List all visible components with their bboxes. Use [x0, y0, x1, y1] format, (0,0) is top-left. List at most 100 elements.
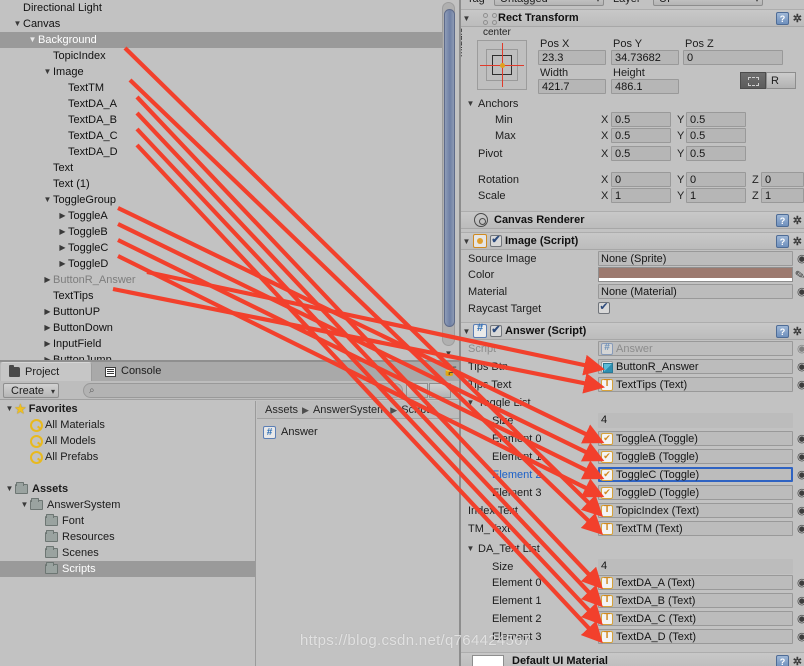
foldout-open-icon[interactable]: ▼ — [461, 14, 472, 23]
gear-icon[interactable]: ✲ — [793, 235, 802, 248]
hierarchy-item[interactable]: ▶ ButtonDown — [0, 320, 443, 336]
tag-dropdown[interactable]: Untagged ▾ — [494, 0, 604, 6]
element-object-field[interactable]: TextDA_A (Text) — [598, 575, 793, 590]
hierarchy-item[interactable]: ▶ ToggleC — [0, 240, 443, 256]
scale-x-input[interactable]: 1 — [611, 188, 671, 203]
breadcrumb-item[interactable]: Scripts — [401, 404, 435, 416]
foldout-open-icon[interactable]: ▼ — [12, 16, 23, 32]
gear-icon[interactable]: ✲ — [793, 325, 802, 338]
project-tree[interactable]: ▼ ★ Favorites All Materials All Models All Pr… — [0, 401, 256, 666]
component-header-default-ui-material[interactable]: ▼ Default UI Material ? ✲ — [461, 652, 804, 666]
object-picker-icon[interactable]: ◉ — [797, 432, 804, 445]
breadcrumb[interactable]: Assets ▶ AnswerSystem ▶ Scripts — [257, 401, 459, 419]
project-tree-item[interactable]: Scripts — [0, 561, 255, 577]
help-icon[interactable]: ? — [776, 325, 789, 338]
breadcrumb-item[interactable]: AnswerSystem — [313, 404, 386, 416]
element-object-field[interactable]: ToggleB (Toggle) — [598, 449, 793, 464]
project-tree-item[interactable]: ▼ AnswerSystem — [0, 497, 255, 513]
foldout-open-icon[interactable]: ▼ — [4, 401, 15, 417]
object-picker-icon[interactable]: ◉ — [797, 522, 804, 535]
object-picker-icon[interactable]: ◉ — [797, 468, 804, 481]
hierarchy-item[interactable]: TextTips — [0, 288, 443, 304]
object-picker-icon[interactable]: ◉ — [797, 450, 804, 463]
toggle-size-input[interactable]: 4 — [598, 413, 793, 428]
anchor-max-x-input[interactable]: 0.5 — [611, 128, 671, 143]
hierarchy-item[interactable]: ▶ ToggleD — [0, 256, 443, 272]
material-field[interactable]: None (Material) — [598, 284, 793, 299]
pivot-x-input[interactable]: 0.5 — [611, 146, 671, 161]
project-filter-button[interactable] — [406, 383, 428, 398]
object-picker-icon[interactable]: ◉ — [797, 576, 804, 589]
project-search-input[interactable]: ⌕ — [83, 383, 403, 398]
foldout-open-icon[interactable]: ▼ — [465, 395, 476, 411]
hierarchy-item[interactable]: Text — [0, 160, 443, 176]
foldout-open-icon[interactable]: ▼ — [465, 96, 476, 112]
foldout-closed-icon[interactable]: ▶ — [57, 240, 68, 256]
component-header-image-script[interactable]: ▼ Image (Script) ? ✲ — [461, 232, 804, 250]
component-header-rect-transform[interactable]: ▼ Rect Transform ? ✲ — [461, 9, 804, 27]
rotation-y-input[interactable]: 0 — [686, 172, 746, 187]
layer-dropdown[interactable]: UI ▾ — [653, 0, 763, 6]
hierarchy-item[interactable]: ▶ ToggleB — [0, 224, 443, 240]
help-icon[interactable]: ? — [776, 655, 789, 666]
element-object-field[interactable]: TextDA_D (Text) — [598, 629, 793, 644]
foldout-open-icon[interactable]: ▼ — [461, 327, 472, 336]
tips-text-field[interactable]: TextTips (Text) — [598, 377, 793, 392]
hierarchy-list[interactable]: Directional Light ▼ Canvas ▼ Background Topic… — [0, 0, 443, 362]
width-input[interactable]: 421.7 — [538, 79, 606, 94]
gear-icon[interactable]: ✲ — [793, 214, 802, 227]
anchor-min-x-input[interactable]: 0.5 — [611, 112, 671, 127]
foldout-closed-icon[interactable]: ▶ — [42, 336, 53, 352]
object-picker-icon[interactable]: ◉ — [797, 486, 804, 499]
hierarchy-item[interactable]: ▶ ButtonUP — [0, 304, 443, 320]
hierarchy-item[interactable]: ▼ Canvas — [0, 16, 443, 32]
element-object-field[interactable]: ToggleA (Toggle) — [598, 431, 793, 446]
color-swatch[interactable] — [598, 267, 793, 282]
hierarchy-item[interactable]: TextTM — [0, 80, 443, 96]
raw-edit-mode-button[interactable]: R — [766, 72, 796, 89]
foldout-closed-icon[interactable]: ▶ — [42, 304, 53, 320]
hierarchy-item[interactable]: Text (1) — [0, 176, 443, 192]
blueprint-mode-button[interactable] — [740, 72, 766, 89]
tm-text-field[interactable]: TextTM (Text) — [598, 521, 793, 536]
object-picker-icon[interactable]: ◉ — [797, 285, 804, 298]
hierarchy-item[interactable]: ▶ ToggleA — [0, 208, 443, 224]
project-tree-item[interactable]: Scenes — [0, 545, 255, 561]
object-picker-icon[interactable]: ◉ — [797, 378, 804, 391]
pos-x-input[interactable]: 23.3 — [538, 50, 606, 65]
tab-project[interactable]: Project — [0, 362, 92, 381]
hierarchy-item[interactable]: ▶ InputField — [0, 336, 443, 352]
component-header-canvas-renderer[interactable]: ▼ Canvas Renderer ? ✲ — [461, 211, 804, 229]
panel-menu-icon[interactable]: ☰ — [449, 365, 457, 376]
object-picker-icon[interactable]: ◉ — [797, 594, 804, 607]
tab-console[interactable]: Console — [97, 362, 182, 381]
hierarchy-scrollbar[interactable] — [442, 2, 455, 346]
blueprint-raw-toggle-group[interactable]: R — [740, 72, 796, 89]
pos-z-input[interactable]: 0 — [683, 50, 783, 65]
foldout-open-icon[interactable]: ▼ — [42, 192, 53, 208]
da-size-input[interactable]: 4 — [598, 559, 793, 574]
element-object-field[interactable]: ToggleD (Toggle) — [598, 485, 793, 500]
element-object-field[interactable]: TextDA_B (Text) — [598, 593, 793, 608]
tips-btn-field[interactable]: ButtonR_Answer — [598, 359, 793, 374]
project-tree-item[interactable]: Font — [0, 513, 255, 529]
project-tree-item[interactable]: All Materials — [0, 417, 255, 433]
gear-icon[interactable]: ✲ — [793, 12, 802, 25]
help-icon[interactable]: ? — [776, 12, 789, 25]
object-picker-icon[interactable]: ◉ — [797, 252, 804, 265]
hierarchy-item[interactable]: TextDA_D — [0, 144, 443, 160]
hierarchy-item[interactable]: TextDA_C — [0, 128, 443, 144]
project-tree-item[interactable]: All Models — [0, 433, 255, 449]
hierarchy-item[interactable]: ▼ Background — [0, 32, 443, 48]
foldout-closed-icon[interactable]: ▶ — [42, 320, 53, 336]
hierarchy-scroll-down-icon[interactable]: ▼ — [442, 348, 455, 360]
foldout-open-icon[interactable]: ▼ — [42, 64, 53, 80]
pos-y-input[interactable]: 34.73682 — [611, 50, 679, 65]
hierarchy-item[interactable]: TextDA_A — [0, 96, 443, 112]
project-asset-area[interactable]: Assets▶AnswerSystem▶Scripts Answer — [257, 401, 459, 666]
object-picker-icon[interactable]: ◉ — [797, 504, 804, 517]
project-tree-item[interactable]: Resources — [0, 529, 255, 545]
hierarchy-scrollbar-thumb[interactable] — [444, 9, 455, 327]
eyedropper-icon[interactable]: ✎ — [794, 267, 804, 283]
rotation-x-input[interactable]: 0 — [611, 172, 671, 187]
